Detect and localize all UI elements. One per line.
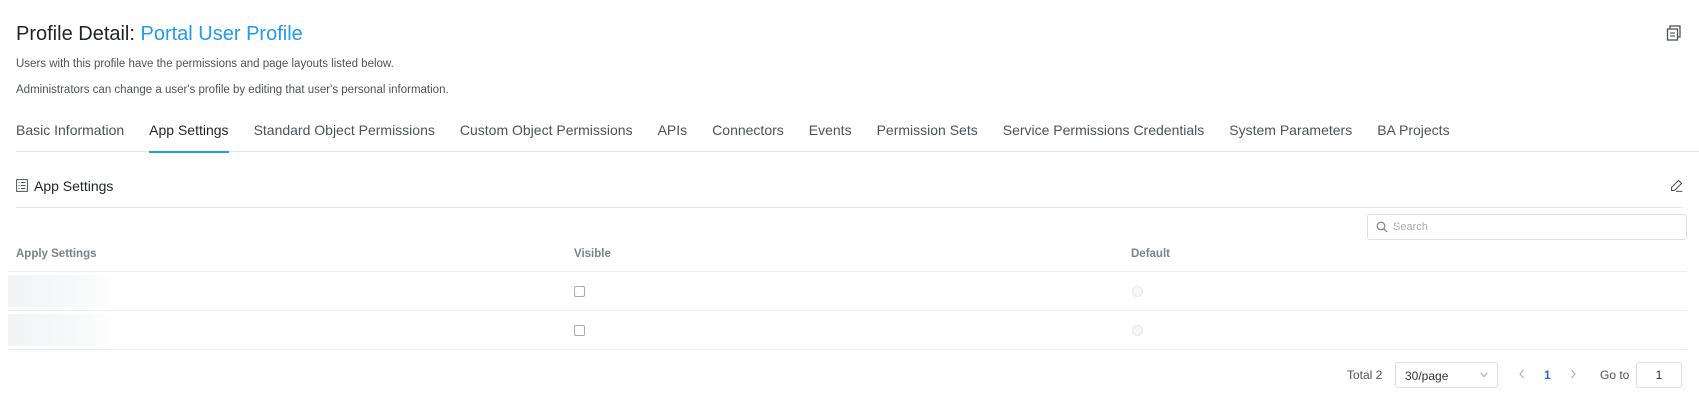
profile-name: Portal User Profile xyxy=(140,23,303,45)
tab-connectors[interactable]: Connectors xyxy=(712,118,784,152)
tab-standard-object-permissions[interactable]: Standard Object Permissions xyxy=(254,118,435,152)
page-number-current[interactable]: 1 xyxy=(1544,368,1551,382)
search-box xyxy=(1367,214,1687,240)
list-icon xyxy=(16,179,28,192)
section-title: App Settings xyxy=(34,178,114,194)
edit-icon[interactable] xyxy=(1670,179,1683,192)
goto-label: Go to xyxy=(1600,368,1630,382)
page-header: Profile Detail: Portal User Profile xyxy=(16,20,1683,48)
app-name-cell-redacted xyxy=(8,314,118,346)
tab-ba-projects[interactable]: BA Projects xyxy=(1377,118,1449,152)
visible-checkbox[interactable] xyxy=(574,325,585,336)
tab-service-permissions-credentials[interactable]: Service Permissions Credentials xyxy=(1003,118,1205,152)
tab-system-parameters[interactable]: System Parameters xyxy=(1229,118,1352,152)
column-header-apply-settings: Apply Settings xyxy=(16,248,97,260)
table-header: Apply Settings Visible Default xyxy=(8,244,1687,272)
profile-admin-note: Administrators can change a user's profi… xyxy=(16,84,449,96)
copy-icon[interactable] xyxy=(1665,24,1683,42)
visible-checkbox[interactable] xyxy=(574,286,585,297)
table-row xyxy=(8,272,1687,311)
table-row xyxy=(8,311,1687,350)
redaction-blur xyxy=(8,275,118,307)
tab-app-settings[interactable]: App Settings xyxy=(149,118,229,153)
search-icon xyxy=(1376,221,1388,233)
chevron-left-icon[interactable] xyxy=(1517,368,1527,380)
tab-bar: Basic Information App Settings Standard … xyxy=(16,118,1699,153)
tab-permission-sets[interactable]: Permission Sets xyxy=(877,118,978,152)
default-radio xyxy=(1132,325,1143,336)
page-title-prefix: Profile Detail: xyxy=(16,23,135,45)
goto-page-input[interactable] xyxy=(1636,362,1682,388)
redaction-blur xyxy=(8,314,118,346)
app-settings-table: Apply Settings Visible Default xyxy=(8,244,1687,350)
tab-basic-information[interactable]: Basic Information xyxy=(16,118,124,152)
page-size-select[interactable]: 30/page xyxy=(1395,362,1498,388)
chevron-down-icon xyxy=(1480,372,1488,378)
page-size-value: 30/page xyxy=(1405,369,1449,383)
column-header-default: Default xyxy=(1131,248,1170,260)
page-title: Profile Detail: Portal User Profile xyxy=(16,20,1683,48)
search-input[interactable] xyxy=(1393,218,1678,236)
pagination-total: Total 2 xyxy=(1347,368,1383,382)
app-name-cell-redacted xyxy=(8,275,118,307)
column-header-visible: Visible xyxy=(574,248,611,260)
chevron-right-icon[interactable] xyxy=(1568,368,1578,380)
default-radio xyxy=(1132,286,1143,297)
tab-custom-object-permissions[interactable]: Custom Object Permissions xyxy=(460,118,633,152)
section-header: App Settings xyxy=(16,176,1683,208)
tab-events[interactable]: Events xyxy=(809,118,852,152)
profile-description: Users with this profile have the permiss… xyxy=(16,58,394,70)
tab-apis[interactable]: APIs xyxy=(658,118,688,152)
